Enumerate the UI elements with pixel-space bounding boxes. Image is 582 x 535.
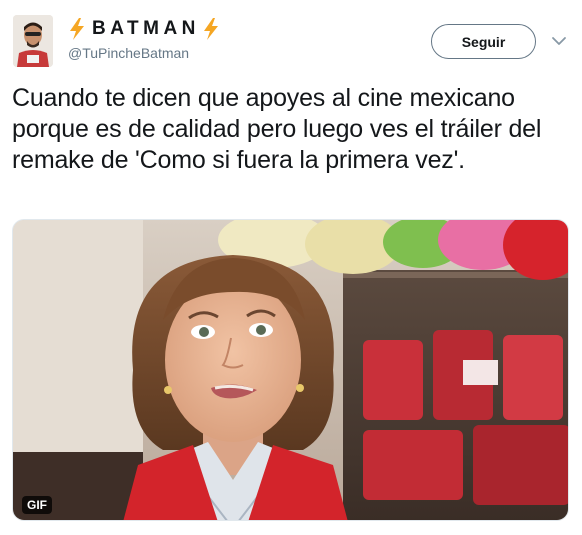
chevron-down-icon[interactable] bbox=[551, 35, 567, 47]
avatar-image bbox=[13, 15, 53, 67]
gif-badge: GIF bbox=[22, 496, 52, 514]
display-name-row[interactable]: BATMAN bbox=[68, 16, 220, 42]
high-voltage-icon bbox=[203, 18, 218, 40]
high-voltage-icon bbox=[70, 18, 84, 40]
avatar[interactable] bbox=[13, 15, 53, 67]
tweet: BATMAN @TuPincheBatman Seguir Cuando te … bbox=[0, 0, 582, 535]
follow-button[interactable]: Seguir bbox=[431, 24, 536, 59]
display-name[interactable]: BATMAN bbox=[92, 18, 200, 40]
media-gif[interactable]: GIF bbox=[12, 219, 569, 521]
tweet-text: Cuando te dicen que apoyes al cine mexic… bbox=[12, 84, 542, 174]
user-handle[interactable]: @TuPincheBatman bbox=[68, 45, 189, 61]
gif-image bbox=[13, 220, 568, 520]
